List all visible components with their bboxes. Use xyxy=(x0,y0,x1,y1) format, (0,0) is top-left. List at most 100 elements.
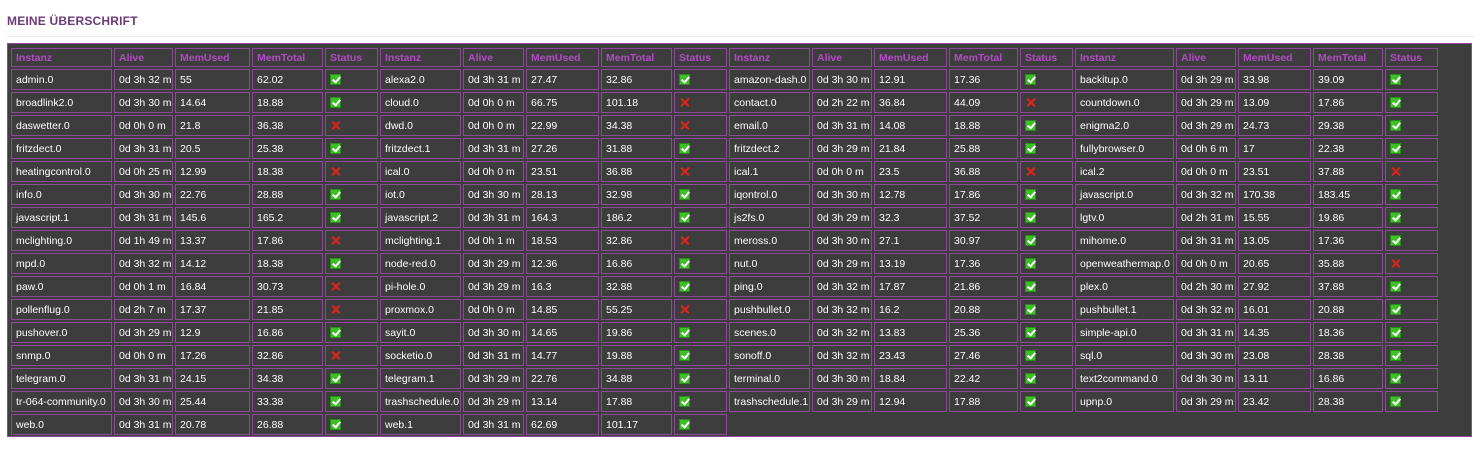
check-icon xyxy=(679,418,690,430)
instanz-cell: mihome.0 xyxy=(1075,230,1174,251)
check-icon xyxy=(330,395,341,407)
check-icon xyxy=(679,326,690,338)
status-cell xyxy=(325,115,378,136)
status-cell xyxy=(1020,138,1073,159)
table-row: daswetter.0 0d 0h 0 m 21.8 36.38 dwd.0 0d 0h … xyxy=(11,115,1438,136)
status-cell xyxy=(1385,391,1438,412)
memtotal-cell: 19.88 xyxy=(601,345,672,366)
empty-cell xyxy=(1238,414,1311,435)
memused-cell: 13.05 xyxy=(1238,230,1311,251)
status-cell xyxy=(1020,184,1073,205)
instanz-cell: info.0 xyxy=(11,184,112,205)
memused-cell: 23.08 xyxy=(1238,345,1311,366)
check-icon xyxy=(330,326,341,338)
table-row: javascript.1 0d 3h 31 m 145.6 165.2 javascri… xyxy=(11,207,1438,228)
empty-cell xyxy=(1385,414,1438,435)
instanz-cell: node-red.0 xyxy=(380,253,461,274)
memused-cell: 17.37 xyxy=(175,299,250,320)
column-header-memused: MemUsed xyxy=(526,48,599,67)
table-row: tr-064-community.0 0d 3h 30 m 25.44 33.38 tr… xyxy=(11,391,1438,412)
status-cell xyxy=(1385,161,1438,182)
memused-cell: 23.5 xyxy=(874,161,947,182)
memused-cell: 21.8 xyxy=(175,115,250,136)
memused-cell: 23.51 xyxy=(1238,161,1311,182)
check-icon xyxy=(1025,372,1036,384)
alive-cell: 0d 3h 32 m xyxy=(114,253,173,274)
status-cell xyxy=(1385,138,1438,159)
cross-icon xyxy=(330,166,341,177)
instanz-cell: enigma2.0 xyxy=(1075,115,1174,136)
status-cell xyxy=(1385,69,1438,90)
alive-cell: 0d 3h 29 m xyxy=(463,391,524,412)
alive-cell: 0d 0h 6 m xyxy=(1176,138,1236,159)
check-icon xyxy=(1390,234,1401,246)
alive-cell: 0d 3h 29 m xyxy=(1176,115,1236,136)
alive-cell: 0d 2h 30 m xyxy=(1176,276,1236,297)
memtotal-cell: 183.45 xyxy=(1313,184,1383,205)
status-cell xyxy=(674,276,727,297)
memused-cell: 20.5 xyxy=(175,138,250,159)
instanz-cell: fritzdect.0 xyxy=(11,138,112,159)
check-icon xyxy=(1025,257,1036,269)
memused-cell: 17 xyxy=(1238,138,1311,159)
memused-cell: 55 xyxy=(175,69,250,90)
instanz-cell: javascript.2 xyxy=(380,207,461,228)
memused-cell: 13.11 xyxy=(1238,368,1311,389)
instanz-cell: scenes.0 xyxy=(729,322,810,343)
memtotal-cell: 22.42 xyxy=(949,368,1018,389)
memused-cell: 13.19 xyxy=(874,253,947,274)
check-icon xyxy=(1025,73,1036,85)
instanz-cell: ical.0 xyxy=(380,161,461,182)
check-icon xyxy=(679,188,690,200)
status-cell xyxy=(1385,207,1438,228)
column-header-instanz: Instanz xyxy=(1075,48,1174,67)
memused-cell: 25.44 xyxy=(175,391,250,412)
instanz-cell: sayit.0 xyxy=(380,322,461,343)
status-cell xyxy=(1020,92,1073,113)
memtotal-cell: 20.88 xyxy=(949,299,1018,320)
check-icon xyxy=(1390,280,1401,292)
alive-cell: 0d 3h 30 m xyxy=(812,230,872,251)
status-cell xyxy=(674,322,727,343)
status-cell xyxy=(325,161,378,182)
instanz-cell: simple-api.0 xyxy=(1075,322,1174,343)
memused-cell: 13.14 xyxy=(526,391,599,412)
status-cell xyxy=(1020,161,1073,182)
table-row: heatingcontrol.0 0d 0h 25 m 12.99 18.38 ical… xyxy=(11,161,1438,182)
memused-cell: 14.35 xyxy=(1238,322,1311,343)
alive-cell: 0d 0h 1 m xyxy=(114,276,173,297)
instanz-cell: countdown.0 xyxy=(1075,92,1174,113)
status-cell xyxy=(1020,345,1073,366)
alive-cell: 0d 3h 31 m xyxy=(812,115,872,136)
memtotal-cell: 34.38 xyxy=(252,368,323,389)
memused-cell: 13.37 xyxy=(175,230,250,251)
instanz-cell: fullybrowser.0 xyxy=(1075,138,1174,159)
check-icon xyxy=(1025,326,1036,338)
table-row: web.0 0d 3h 31 m 20.78 26.88 web.1 0d 3h 31 m… xyxy=(11,414,1438,435)
cross-icon xyxy=(679,235,690,246)
memtotal-cell: 32.86 xyxy=(601,230,672,251)
check-icon xyxy=(330,372,341,384)
cross-icon xyxy=(330,281,341,292)
column-header-memtotal: MemTotal xyxy=(601,48,672,67)
check-icon xyxy=(1390,96,1401,108)
memtotal-cell: 44.09 xyxy=(949,92,1018,113)
memused-cell: 22.76 xyxy=(175,184,250,205)
check-icon xyxy=(330,142,341,154)
memused-cell: 23.42 xyxy=(1238,391,1311,412)
instanz-cell: fritzdect.2 xyxy=(729,138,810,159)
memtotal-cell: 165.2 xyxy=(252,207,323,228)
status-cell xyxy=(674,138,727,159)
status-cell xyxy=(1020,230,1073,251)
instanz-cell: nut.0 xyxy=(729,253,810,274)
instanz-cell: heatingcontrol.0 xyxy=(11,161,112,182)
check-icon xyxy=(1390,211,1401,223)
cross-icon xyxy=(1025,166,1036,177)
cross-icon xyxy=(330,304,341,315)
check-icon xyxy=(1390,395,1401,407)
memused-cell: 14.08 xyxy=(874,115,947,136)
memused-cell: 16.01 xyxy=(1238,299,1311,320)
instanz-cell: amazon-dash.0 xyxy=(729,69,810,90)
status-cell xyxy=(674,161,727,182)
status-cell xyxy=(1020,322,1073,343)
